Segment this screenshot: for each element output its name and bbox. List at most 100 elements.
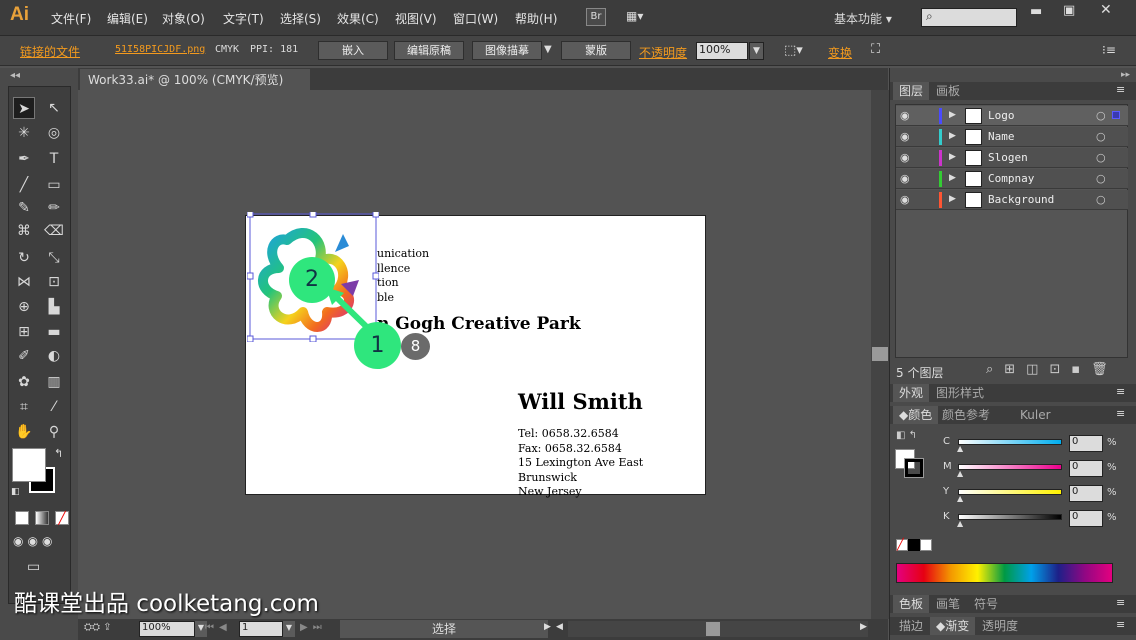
perspective-grid-icon[interactable]: ▙ <box>43 296 65 318</box>
scale-tool-icon[interactable]: ⤡ <box>43 247 65 269</box>
swap-colors-icon[interactable]: ↰ <box>54 447 63 460</box>
tab-swatches[interactable]: 色板 <box>893 595 930 613</box>
tab-gradient[interactable]: ◆渐变 <box>930 617 976 635</box>
paintbrush-icon[interactable]: ✎ <box>13 197 35 219</box>
target-circle-icon[interactable]: ○ <box>1096 109 1106 122</box>
tab-graphic-styles[interactable]: 图形样式 <box>930 384 990 402</box>
default-colors-icon[interactable]: ◧ <box>11 487 20 497</box>
zoom-tool-icon[interactable]: ⚲ <box>43 421 65 443</box>
horizontal-scroll-thumb[interactable] <box>706 622 720 636</box>
tab-stroke[interactable]: 描边 <box>893 617 929 635</box>
color-spectrum[interactable] <box>896 563 1113 583</box>
width-tool-icon[interactable]: ⋈ <box>13 271 35 293</box>
channel-slider[interactable] <box>958 439 1062 445</box>
artboard-number-input[interactable]: 1 <box>239 621 283 637</box>
eraser-tool-icon[interactable]: ⌫ <box>43 220 65 242</box>
lasso-tool-icon[interactable]: ◎ <box>43 122 65 144</box>
target-circle-icon[interactable]: ○ <box>1096 193 1106 206</box>
tab-symbols[interactable]: 符号 <box>968 595 1004 613</box>
channel-value-input[interactable]: 0 <box>1069 485 1103 502</box>
tab-color[interactable]: ◆颜色 <box>893 406 939 424</box>
visibility-eye-icon[interactable]: ◉ <box>900 109 910 122</box>
scroll-right-icon[interactable]: ▶ <box>860 622 867 632</box>
gradient-tool-icon[interactable]: ▬ <box>43 321 65 343</box>
scroll-left-icon[interactable]: ◀ <box>556 622 563 632</box>
slider-handle[interactable]: ▲ <box>957 444 963 453</box>
free-transform-icon[interactable]: ⊡ <box>43 271 65 293</box>
visibility-eye-icon[interactable]: ◉ <box>900 130 910 143</box>
rectangle-tool-icon[interactable]: ▭ <box>43 174 65 196</box>
next-last-artboard-icons[interactable]: ▶⏭ <box>300 622 327 633</box>
menu-edit[interactable]: 编辑(E) <box>107 10 148 27</box>
selected-art-indicator[interactable] <box>1112 111 1120 119</box>
layer-row[interactable]: ◉ ▶ Name ○ <box>896 127 1128 147</box>
current-tool-status[interactable]: 选择 <box>340 620 548 638</box>
hand-tool-icon[interactable]: ✋ <box>13 421 35 443</box>
tab-layers[interactable]: 图层 <box>893 82 930 100</box>
blend-tool-icon[interactable]: ◐ <box>43 345 65 367</box>
close-window-icon[interactable]: ✕ <box>1100 2 1112 18</box>
arrange-documents-icon[interactable]: ▦▾ <box>626 9 654 25</box>
artboard-tool-icon[interactable]: ⌗ <box>13 396 35 418</box>
tab-kuler[interactable]: Kuler <box>1014 406 1057 424</box>
draw-mode-icons[interactable]: ◉◉◉ <box>13 534 56 548</box>
first-prev-artboard-icons[interactable]: ⏮◀ <box>205 622 232 633</box>
layer-row[interactable]: ◉ ▶ Slogen ○ <box>896 148 1128 168</box>
menu-help[interactable]: 帮助(H) <box>515 10 557 27</box>
visibility-eye-icon[interactable]: ◉ <box>900 151 910 164</box>
color-mini-icons[interactable]: ◧ ↰ <box>896 430 917 441</box>
channel-value-input[interactable]: 0 <box>1069 510 1103 527</box>
tab-appearance[interactable]: 外观 <box>893 384 930 402</box>
zoom-input[interactable]: 100% <box>139 621 195 637</box>
layer-row[interactable]: ◉ ▶ Background ○ <box>896 190 1128 210</box>
stroke-menu-icon[interactable]: ≡ <box>1116 618 1125 631</box>
status-arrow-icon[interactable]: ▶ <box>544 622 551 632</box>
blob-brush-icon[interactable]: ⌘ <box>13 220 35 242</box>
graph-tool-icon[interactable]: ▥ <box>43 371 65 393</box>
dock-collapse-icon[interactable]: ▸▸ <box>889 70 1136 82</box>
none-swatch[interactable]: ╱ <box>896 539 908 551</box>
rotate-tool-icon[interactable]: ↻ <box>13 247 35 269</box>
tab-color-guide[interactable]: 颜色参考 <box>936 406 996 424</box>
slider-handle[interactable]: ▲ <box>957 519 963 528</box>
mask-button[interactable]: 蒙版 <box>561 41 631 60</box>
status-icons[interactable]: ⛭⛭ ⇪ <box>84 622 112 633</box>
document-tab[interactable]: Work33.ai* @ 100% (CMYK/预览) × <box>80 69 310 102</box>
swatches-menu-icon[interactable]: ≡ <box>1116 596 1125 609</box>
channel-value-input[interactable]: 0 <box>1069 435 1103 452</box>
direct-selection-tool-icon[interactable]: ↖ <box>43 97 65 119</box>
color-stroke-swatch[interactable] <box>904 458 924 478</box>
opacity-input[interactable]: 100% <box>696 42 748 60</box>
collapse-tools-icon[interactable]: ◂◂ <box>10 70 20 81</box>
gradient-mode-button[interactable] <box>35 511 49 525</box>
shape-builder-icon[interactable]: ⊕ <box>13 296 35 318</box>
type-tool-icon[interactable]: T <box>43 148 65 170</box>
vertical-scroll-thumb[interactable] <box>872 347 888 361</box>
artboard-dropdown[interactable]: ▼ <box>283 621 295 637</box>
symbol-sprayer-icon[interactable]: ✿ <box>13 371 35 393</box>
image-trace-button[interactable]: 图像描摹 <box>472 41 542 60</box>
layer-row[interactable]: ◉ ▶ Logo ○ <box>896 106 1128 126</box>
expand-triangle-icon[interactable]: ▶ <box>949 173 956 183</box>
selection-tool-icon[interactable]: ➤ <box>13 97 35 119</box>
fill-swatch[interactable] <box>12 448 46 482</box>
vertical-scrollbar[interactable] <box>871 90 889 619</box>
layers-footer-icons[interactable]: ⌕⊞◫⊡▪🗑 <box>986 362 1119 377</box>
magic-wand-icon[interactable]: ✳ <box>13 122 35 144</box>
menu-select[interactable]: 选择(S) <box>280 10 321 27</box>
mesh-tool-icon[interactable]: ⊞ <box>13 321 35 343</box>
slice-tool-icon[interactable]: ⁄ <box>43 396 65 418</box>
menu-effect[interactable]: 效果(C) <box>337 10 379 27</box>
filename-link[interactable]: 51I58PICJDF.png <box>115 44 205 55</box>
visibility-eye-icon[interactable]: ◉ <box>900 172 910 185</box>
align-icon[interactable]: ⬚▾ <box>784 43 803 58</box>
visibility-eye-icon[interactable]: ◉ <box>900 193 910 206</box>
expand-triangle-icon[interactable]: ▶ <box>949 194 956 204</box>
search-input[interactable]: ⌕ <box>921 8 1017 27</box>
slider-handle[interactable]: ▲ <box>957 494 963 503</box>
none-mode-button[interactable]: ╱ <box>55 511 69 525</box>
menu-file[interactable]: 文件(F) <box>51 10 91 27</box>
menu-type[interactable]: 文字(T) <box>223 10 264 27</box>
channel-slider[interactable] <box>958 464 1062 470</box>
eyedropper-icon[interactable]: ✐ <box>13 345 35 367</box>
